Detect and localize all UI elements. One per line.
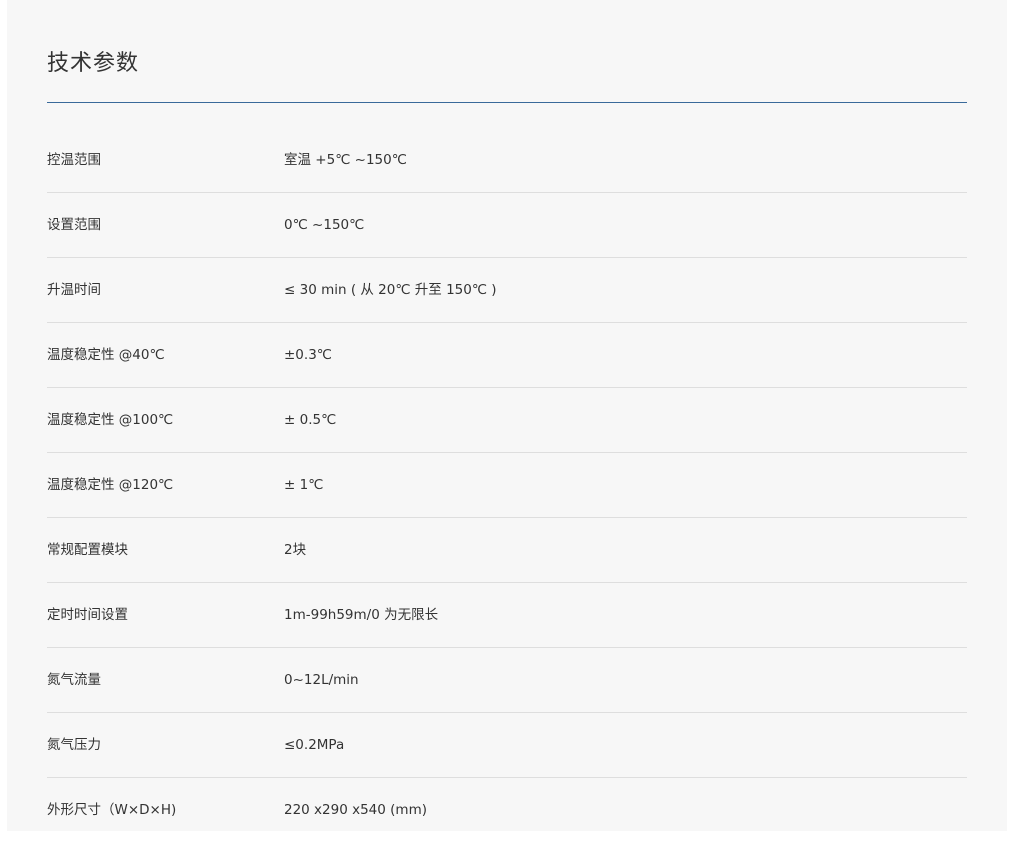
spec-row-module-config: 常规配置模块 2块 bbox=[47, 518, 967, 583]
section-title: 技术参数 bbox=[47, 51, 140, 76]
spec-value: ± 0.5℃ bbox=[284, 412, 337, 428]
spec-label: 定时时间设置 bbox=[47, 607, 128, 623]
spec-value: ± 1℃ bbox=[284, 477, 324, 493]
spec-label: 温度稳定性 @40℃ bbox=[47, 347, 165, 363]
spec-row-setting-range: 设置范围 0℃ ~150℃ bbox=[47, 193, 967, 258]
spec-value: 2块 bbox=[284, 542, 307, 558]
spec-value: 室温 +5℃ ~150℃ bbox=[284, 152, 407, 168]
spec-value: ±0.3℃ bbox=[284, 347, 332, 363]
spec-value: 1m-99h59m/0 为无限长 bbox=[284, 607, 439, 623]
spec-row-stability-40: 温度稳定性 @40℃ ±0.3℃ bbox=[47, 323, 967, 388]
spec-value: 0~12L/min bbox=[284, 672, 359, 688]
spec-value: ≤ 30 min ( 从 20℃ 升至 150℃ ) bbox=[284, 282, 497, 298]
spec-row-nitrogen-flow: 氮气流量 0~12L/min bbox=[47, 648, 967, 713]
spec-row-nitrogen-pressure: 氮气压力 ≤0.2MPa bbox=[47, 713, 967, 778]
title-divider bbox=[47, 102, 967, 103]
spec-value: 220 x290 x540 (mm) bbox=[284, 802, 427, 818]
spec-row-timer-setting: 定时时间设置 1m-99h59m/0 为无限长 bbox=[47, 583, 967, 648]
spec-label: 温度稳定性 @100℃ bbox=[47, 412, 174, 428]
spec-table: 控温范围 室温 +5℃ ~150℃ 设置范围 0℃ ~150℃ 升温时间 ≤ 3… bbox=[47, 128, 967, 842]
spec-row-stability-120: 温度稳定性 @120℃ ± 1℃ bbox=[47, 453, 967, 518]
spec-row-dimensions: 外形尺寸（W×D×H) 220 x290 x540 (mm) bbox=[47, 778, 967, 842]
spec-label: 氮气压力 bbox=[47, 737, 101, 753]
spec-label: 升温时间 bbox=[47, 282, 101, 298]
spec-label: 外形尺寸（W×D×H) bbox=[47, 802, 177, 818]
spec-value: ≤0.2MPa bbox=[284, 737, 345, 753]
spec-row-stability-100: 温度稳定性 @100℃ ± 0.5℃ bbox=[47, 388, 967, 453]
spec-label: 设置范围 bbox=[47, 217, 101, 233]
spec-label: 氮气流量 bbox=[47, 672, 101, 688]
spec-label: 常规配置模块 bbox=[47, 542, 128, 558]
tech-specs-panel: 技术参数 控温范围 室温 +5℃ ~150℃ 设置范围 0℃ ~150℃ 升温时… bbox=[7, 0, 1007, 831]
spec-label: 温度稳定性 @120℃ bbox=[47, 477, 174, 493]
spec-row-temp-control-range: 控温范围 室温 +5℃ ~150℃ bbox=[47, 128, 967, 193]
spec-value: 0℃ ~150℃ bbox=[284, 217, 365, 233]
spec-row-heating-time: 升温时间 ≤ 30 min ( 从 20℃ 升至 150℃ ) bbox=[47, 258, 967, 323]
spec-label: 控温范围 bbox=[47, 152, 101, 168]
